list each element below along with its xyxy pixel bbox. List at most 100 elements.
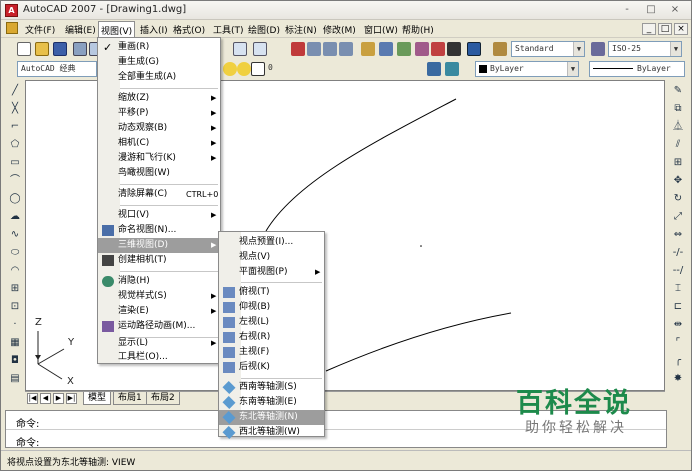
menu-dimension[interactable]: 标注(N) bbox=[285, 23, 317, 36]
3d-view-ne-isometric[interactable]: 东北等轴测(N) bbox=[219, 410, 324, 425]
3d-view-plan-view[interactable]: 平面视图(P) ▶ bbox=[219, 265, 324, 280]
view-menu-visual-styles[interactable]: 视觉样式(S) ▶ bbox=[98, 289, 220, 304]
zoom-realtime-icon[interactable] bbox=[307, 42, 321, 56]
spline-icon[interactable]: ∿ bbox=[8, 228, 22, 242]
3d-view-se-isometric[interactable]: 东南等轴测(E) bbox=[219, 395, 324, 410]
document-icon[interactable] bbox=[6, 22, 18, 34]
view-menu-create-camera[interactable]: 创建相机(T) bbox=[98, 253, 220, 268]
view-menu-3d-views[interactable]: 三维视图(D) ▶ bbox=[98, 238, 220, 253]
array-icon[interactable]: ⊞ bbox=[671, 156, 685, 170]
autocad-app-icon[interactable]: A bbox=[5, 4, 18, 17]
command-prompt[interactable]: 命令: bbox=[16, 434, 39, 449]
zoom-window-icon[interactable] bbox=[323, 42, 337, 56]
stretch-icon[interactable]: ⇔ bbox=[671, 228, 685, 242]
3d-view-sw-isometric[interactable]: 西南等轴测(S) bbox=[219, 380, 324, 395]
menu-format[interactable]: 格式(O) bbox=[173, 23, 205, 36]
doc-restore-button[interactable]: □ bbox=[658, 23, 672, 35]
calculator-icon[interactable] bbox=[447, 42, 461, 56]
new-icon[interactable] bbox=[17, 42, 31, 56]
hatch-icon[interactable]: ▦ bbox=[8, 336, 22, 350]
view-menu-regen-all[interactable]: 全部重生成(A) bbox=[98, 70, 220, 85]
view-menu-pan[interactable]: 平移(P) ▶ bbox=[98, 106, 220, 121]
fillet-icon[interactable]: ╭ bbox=[671, 354, 685, 368]
menu-tools[interactable]: 工具(T) bbox=[213, 23, 244, 36]
polyline-icon[interactable]: ⌐ bbox=[8, 120, 22, 134]
line-icon[interactable]: ╱ bbox=[8, 84, 22, 98]
pan-icon[interactable] bbox=[291, 42, 305, 56]
move-icon[interactable]: ✥ bbox=[671, 174, 685, 188]
last-tab-icon[interactable]: ▶| bbox=[66, 393, 77, 404]
layer-select[interactable]: 0 bbox=[265, 61, 415, 77]
view-menu-regen[interactable]: 重生成(G) bbox=[98, 55, 220, 70]
scale-icon[interactable]: ⤢ bbox=[671, 210, 685, 224]
view-menu-toolbars[interactable]: 工具栏(O)... bbox=[98, 350, 220, 365]
properties-icon[interactable] bbox=[361, 42, 375, 56]
rotate-icon[interactable]: ↻ bbox=[671, 192, 685, 206]
dim-style-select[interactable]: ISO-25 ▼ bbox=[608, 41, 682, 57]
menu-modify[interactable]: 修改(M) bbox=[323, 23, 356, 36]
view-menu-zoom[interactable]: 缩放(Z) ▶ bbox=[98, 91, 220, 106]
workspace-select[interactable]: AutoCAD 经典 bbox=[17, 61, 97, 77]
menu-file[interactable]: 文件(F) bbox=[25, 23, 55, 36]
minimize-button[interactable]: - bbox=[618, 3, 636, 17]
maximize-button[interactable]: □ bbox=[642, 3, 660, 17]
explode-icon[interactable]: ✸ bbox=[671, 372, 685, 386]
region-icon[interactable]: ◘ bbox=[8, 354, 22, 368]
polygon-icon[interactable]: ⬠ bbox=[8, 138, 22, 152]
3d-view-left[interactable]: 左视(L) bbox=[219, 315, 324, 330]
menu-draw[interactable]: 绘图(D) bbox=[248, 23, 280, 36]
break-icon[interactable]: ⊏ bbox=[671, 300, 685, 314]
view-menu-named-views[interactable]: 命名视图(N)... bbox=[98, 223, 220, 238]
extend-icon[interactable]: --/ bbox=[671, 264, 685, 278]
next-tab-icon[interactable]: ▶ bbox=[53, 393, 64, 404]
chamfer-icon[interactable]: ⌜ bbox=[671, 336, 685, 350]
text-style-select[interactable]: Standard ▼ bbox=[511, 41, 585, 57]
3d-view-right[interactable]: 右视(R) bbox=[219, 330, 324, 345]
construction-line-icon[interactable]: ╳ bbox=[8, 102, 22, 116]
print-icon[interactable] bbox=[73, 42, 87, 56]
tab-layout1[interactable]: 布局1 bbox=[113, 392, 147, 405]
erase-icon[interactable]: ✎ bbox=[671, 84, 685, 98]
menu-insert[interactable]: 插入(I) bbox=[140, 23, 168, 36]
view-menu-aerial-view[interactable]: 鸟瞰视图(W) bbox=[98, 166, 220, 181]
3d-view-front[interactable]: 主视(F) bbox=[219, 345, 324, 360]
view-menu-viewports[interactable]: 视口(V) ▶ bbox=[98, 208, 220, 223]
linetype-select[interactable]: ByLayer bbox=[589, 61, 685, 77]
3d-view-top[interactable]: 俯视(T) bbox=[219, 285, 324, 300]
view-menu-camera[interactable]: 相机(C) ▶ bbox=[98, 136, 220, 151]
view-menu-orbit[interactable]: 动态观察(B) ▶ bbox=[98, 121, 220, 136]
sheet-set-icon[interactable] bbox=[415, 42, 429, 56]
point-icon[interactable]: · bbox=[8, 318, 22, 332]
make-current-layer-icon[interactable] bbox=[427, 62, 441, 76]
3d-view-presets[interactable]: 视点预置(I)... bbox=[219, 235, 324, 250]
color-select[interactable]: ByLayer ▼ bbox=[475, 61, 579, 77]
text-style-icon[interactable] bbox=[493, 42, 507, 56]
doc-minimize-button[interactable]: _ bbox=[642, 23, 656, 35]
dim-style-icon[interactable] bbox=[591, 42, 605, 56]
tab-model[interactable]: 模型 bbox=[83, 392, 112, 405]
save-icon[interactable] bbox=[53, 42, 67, 56]
design-center-icon[interactable] bbox=[379, 42, 393, 56]
view-menu-clean-screen[interactable]: 清除屏幕(C) CTRL+0 bbox=[98, 187, 220, 202]
help-icon[interactable] bbox=[467, 42, 481, 56]
menu-edit[interactable]: 编辑(E) bbox=[65, 23, 96, 36]
tool-palettes-icon[interactable] bbox=[397, 42, 411, 56]
ellipse-icon[interactable]: ⬭ bbox=[8, 246, 22, 260]
rectangle-icon[interactable]: ▭ bbox=[8, 156, 22, 170]
menu-help[interactable]: 帮助(H) bbox=[402, 23, 434, 36]
mirror-icon[interactable]: ⏅ bbox=[671, 120, 685, 134]
layer-color-icon[interactable] bbox=[251, 62, 265, 76]
undo-icon[interactable] bbox=[233, 42, 247, 56]
menu-window[interactable]: 窗口(W) bbox=[364, 23, 398, 36]
doc-close-button[interactable]: × bbox=[674, 23, 688, 35]
make-block-icon[interactable]: ⊡ bbox=[8, 300, 22, 314]
3d-view-nw-isometric[interactable]: 西北等轴测(W) bbox=[219, 425, 324, 440]
markup-icon[interactable] bbox=[431, 42, 445, 56]
3d-view-back[interactable]: 后视(K) bbox=[219, 360, 324, 375]
prev-tab-icon[interactable]: ◀ bbox=[40, 393, 51, 404]
offset-icon[interactable]: ⫽ bbox=[671, 138, 685, 152]
view-menu-motion-path[interactable]: 运动路径动画(M)... bbox=[98, 319, 220, 334]
ellipse-arc-icon[interactable]: ◠ bbox=[8, 264, 22, 278]
view-menu-render[interactable]: 渲染(E) ▶ bbox=[98, 304, 220, 319]
redo-icon[interactable] bbox=[253, 42, 267, 56]
